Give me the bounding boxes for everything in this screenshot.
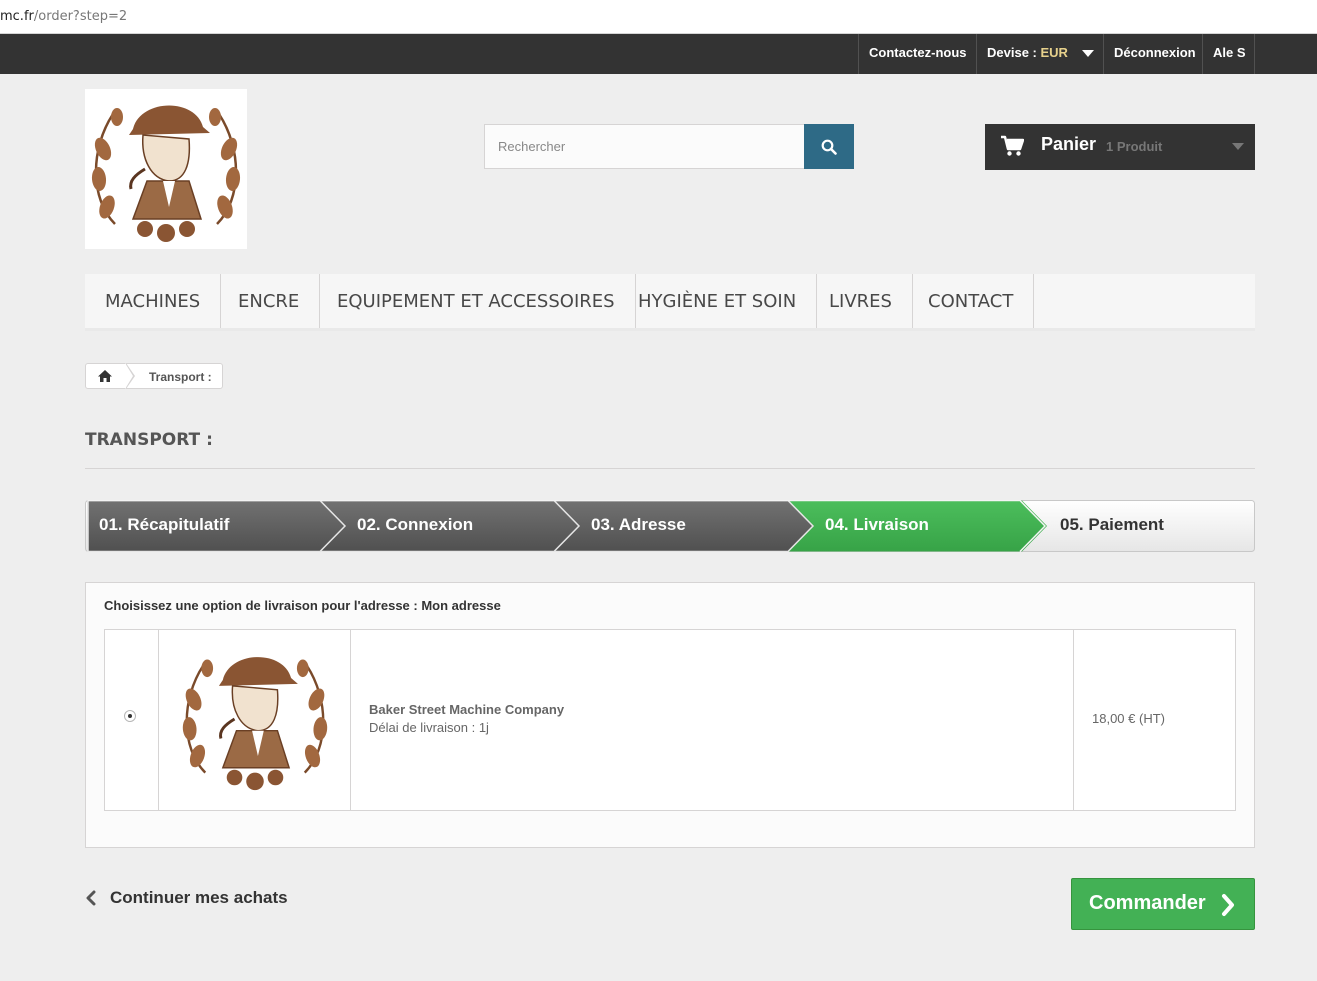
currency-selector[interactable]: Devise : EUR xyxy=(976,34,1103,74)
breadcrumb-current: Transport : xyxy=(149,370,212,384)
cart-quantity: 1 Produit xyxy=(1106,139,1163,154)
delivery-option-row[interactable]: Baker Street Machine Company Délai de li… xyxy=(104,629,1236,811)
step-recapitulatif[interactable]: 01. Récapitulatif xyxy=(99,500,229,552)
delivery-option-radio[interactable] xyxy=(124,710,136,722)
main-menu: MACHINES ENCRE EQUIPEMENT ET ACCESSOIRES… xyxy=(85,274,1255,331)
menu-item-contact[interactable]: CONTACT xyxy=(908,274,1035,328)
cart-button[interactable]: Panier 1 Produit xyxy=(985,124,1255,170)
breadcrumb-home-link[interactable] xyxy=(97,369,113,388)
page-title-text: TRANSPORT : xyxy=(85,430,213,450)
step-adresse[interactable]: 03. Adresse xyxy=(591,500,686,552)
currency-label: Devise : xyxy=(987,45,1037,60)
caret-down-icon xyxy=(1232,143,1244,150)
carrier-info-cell: Baker Street Machine Company Délai de li… xyxy=(351,630,1074,810)
menu-item-livres[interactable]: LIVRES xyxy=(809,274,913,328)
url-host: mc.fr xyxy=(0,9,34,24)
order-button[interactable]: Commander xyxy=(1071,878,1255,930)
carrier-price: 18,00 € (HT) xyxy=(1092,711,1165,726)
carrier-logo xyxy=(182,657,328,791)
chevron-left-icon xyxy=(86,890,96,906)
currency-value: EUR xyxy=(1040,45,1068,60)
contact-link[interactable]: Contactez-nous xyxy=(858,34,976,74)
search-input[interactable]: Rechercher xyxy=(484,124,805,169)
breadcrumb-separator-fill xyxy=(125,363,133,389)
contact-label: Contactez-nous xyxy=(869,45,967,60)
cart-label: Panier xyxy=(1041,134,1097,154)
delivery-options-heading: Choisissez une option de livraison pour … xyxy=(104,598,501,613)
carrier-delay: Délai de livraison : 1j xyxy=(369,720,489,735)
top-nav-bar: Contactez-nous Devise : EUR Déconnexion … xyxy=(0,34,1317,74)
carrier-logo-cell xyxy=(159,630,351,810)
search-icon xyxy=(821,139,837,155)
search-placeholder: Rechercher xyxy=(498,139,566,154)
breadcrumb: Transport : xyxy=(85,363,223,389)
menu-item-hygiene[interactable]: HYGIÈNE ET SOIN xyxy=(618,274,818,328)
order-steps: 01. Récapitulatif 02. Connexion 03. Adre… xyxy=(85,500,1255,552)
carrier-name: Baker Street Machine Company xyxy=(369,702,565,717)
chevron-right-icon xyxy=(1222,894,1234,916)
search-button[interactable] xyxy=(804,124,854,169)
shopping-cart-icon xyxy=(1001,135,1024,156)
logo-illustration xyxy=(91,105,241,242)
radio-selected-dot xyxy=(128,714,132,718)
delivery-options-box: Choisissez une option de livraison pour … xyxy=(85,582,1255,848)
browser-url-bar[interactable]: mc.fr/order?step=2 xyxy=(0,0,1317,34)
menu-item-encre[interactable]: ENCRE xyxy=(218,274,321,328)
carrier-price-cell: 18,00 € (HT) xyxy=(1074,630,1235,810)
logout-label: Déconnexion xyxy=(1114,45,1196,60)
shop-logo[interactable] xyxy=(85,89,247,249)
menu-item-machines[interactable]: MACHINES xyxy=(85,274,222,328)
step-paiement: 05. Paiement xyxy=(1060,515,1164,534)
caret-down-icon xyxy=(1081,50,1094,58)
logout-link[interactable]: Déconnexion xyxy=(1103,34,1202,74)
step-livraison: 04. Livraison xyxy=(825,515,929,534)
page-title: TRANSPORT : xyxy=(85,430,1255,469)
user-account-link[interactable]: Ale S xyxy=(1202,34,1255,74)
step-connexion[interactable]: 02. Connexion xyxy=(357,500,473,552)
menu-item-equipement[interactable]: EQUIPEMENT ET ACCESSOIRES xyxy=(317,274,636,328)
order-button-label: Commander xyxy=(1089,892,1206,914)
user-name: Ale S xyxy=(1213,45,1246,60)
url-path: /order?step=2 xyxy=(33,9,128,24)
delivery-option-radio-cell[interactable] xyxy=(105,630,159,810)
home-icon xyxy=(98,370,112,382)
continue-shopping-label: Continuer mes achats xyxy=(110,888,288,907)
url-text[interactable]: mc.fr/order?step=2 xyxy=(0,9,127,24)
